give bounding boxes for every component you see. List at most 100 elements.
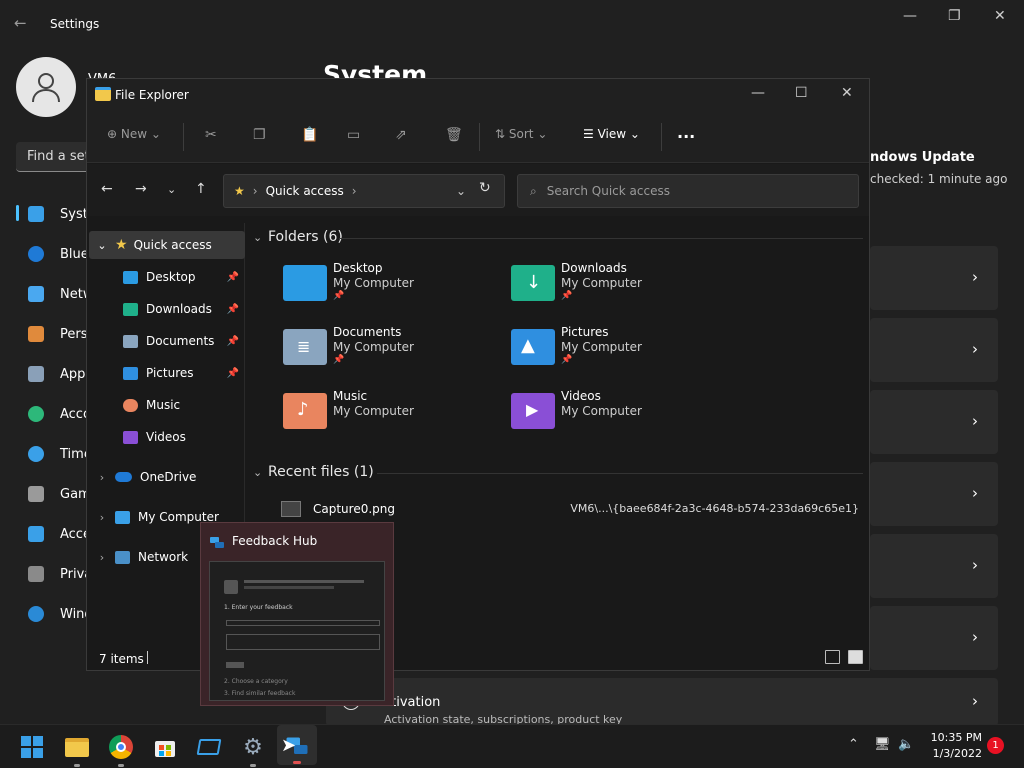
folder-icon xyxy=(65,737,89,757)
folder-location: My Computer xyxy=(333,340,414,354)
chevron-right-icon[interactable]: › xyxy=(89,551,115,564)
nav-item-apps[interactable]: App xyxy=(28,362,85,386)
running-indicator xyxy=(293,761,301,764)
nav-item-privacy[interactable]: Priva xyxy=(28,562,92,586)
chevron-down-icon[interactable]: ⌄ xyxy=(253,231,262,244)
nav-item-time[interactable]: Time xyxy=(28,442,92,466)
details-view-icon[interactable] xyxy=(825,650,840,664)
refresh-icon[interactable]: ↻ xyxy=(479,180,491,196)
folder-tile-desktop[interactable]: Desktop My Computer 📌 xyxy=(283,261,414,301)
running-indicator xyxy=(74,764,80,767)
taskbar-chrome[interactable] xyxy=(107,733,135,767)
folder-tile-music[interactable]: ♪ Music My Computer xyxy=(283,389,414,429)
settings-card[interactable]: › xyxy=(870,318,998,382)
search-icon: ⌕ xyxy=(530,183,537,198)
folder-tile-downloads[interactable]: ↓ Downloads My Computer 📌 xyxy=(511,261,642,301)
folder-icon xyxy=(95,87,111,101)
folder-name: Music xyxy=(333,389,368,403)
taskbar-file-explorer[interactable] xyxy=(63,733,91,767)
more-options-button[interactable]: ... xyxy=(677,123,695,142)
recent-file-row[interactable]: Capture0.png VM6\...\{baee684f-2a3c-4648… xyxy=(279,499,861,521)
taskbar-app[interactable] xyxy=(195,733,223,761)
rename-icon[interactable]: ▭ xyxy=(347,127,360,143)
tree-item-quick-access[interactable]: ⌄ ★ Quick access xyxy=(89,231,245,259)
chevron-down-icon[interactable]: ⌄ xyxy=(89,239,115,252)
tiles-view-icon[interactable] xyxy=(848,650,863,664)
close-icon[interactable]: ✕ xyxy=(841,85,853,101)
nav-item-personalization[interactable]: Pers xyxy=(28,322,88,346)
folder-tile-documents[interactable]: ≣ Documents My Computer 📌 xyxy=(283,325,414,365)
copy-icon[interactable]: ❐ xyxy=(253,127,266,143)
taskbar-thumbnail-preview[interactable]: Feedback Hub 1. Enter your feedback 2. C… xyxy=(200,522,394,706)
back-arrow-icon[interactable]: ← xyxy=(101,181,113,197)
pin-icon: 📌 xyxy=(333,355,345,365)
folder-tile-videos[interactable]: ▶ Videos My Computer xyxy=(511,389,642,429)
chevron-right-icon[interactable]: › xyxy=(89,511,115,524)
divider xyxy=(339,238,863,239)
maximize-icon[interactable]: ☐ xyxy=(795,85,808,101)
chevron-right-icon[interactable]: › xyxy=(89,471,115,484)
new-button[interactable]: ⊕ New ⌄ xyxy=(107,127,161,141)
cut-icon[interactable]: ✂ xyxy=(205,127,217,143)
tree-item-desktop[interactable]: Desktop 📌 xyxy=(123,263,245,291)
settings-card[interactable]: › xyxy=(870,246,998,310)
notification-badge[interactable]: 1 xyxy=(987,737,1004,754)
videos-icon xyxy=(123,430,138,444)
settings-card[interactable]: › xyxy=(870,462,998,526)
nav-item-gaming[interactable]: Gam xyxy=(28,482,91,506)
taskbar-store[interactable] xyxy=(151,733,179,761)
nav-item-windows-update[interactable]: Wind xyxy=(28,602,93,626)
taskbar-settings[interactable]: ⚙ xyxy=(239,733,267,767)
tree-item-downloads[interactable]: Downloads 📌 xyxy=(123,295,245,323)
view-button[interactable]: ☰ View ⌄ xyxy=(583,127,640,141)
nav-item-accounts[interactable]: Acco xyxy=(28,402,91,426)
cloud-icon xyxy=(115,472,132,482)
system-icon xyxy=(28,206,44,222)
back-arrow-icon[interactable]: ← xyxy=(14,14,27,32)
address-bar[interactable]: ★ › Quick access › ⌄ xyxy=(223,174,505,208)
tree-item-music[interactable]: Music xyxy=(123,391,245,419)
delete-icon[interactable]: 🗑 xyxy=(445,127,463,143)
network-icon[interactable]: 🖥 xyxy=(874,737,891,752)
chevron-right-icon: › xyxy=(972,340,978,358)
search-input[interactable]: ⌕ Search Quick access xyxy=(517,174,859,208)
tree-item-videos[interactable]: Videos xyxy=(123,423,245,451)
new-label: New xyxy=(120,127,148,141)
nav-item-bluetooth[interactable]: Blue xyxy=(28,242,89,266)
desktop-icon xyxy=(123,270,138,284)
folder-tile-pictures[interactable]: ▲ Pictures My Computer 📌 xyxy=(511,325,642,365)
pictures-folder-icon: ▲ xyxy=(511,329,555,365)
paste-icon[interactable]: 📋 xyxy=(301,127,318,143)
sort-button[interactable]: ⇅ Sort ⌄ xyxy=(495,127,547,141)
nav-item-accessibility[interactable]: Acce xyxy=(28,522,91,546)
folders-header[interactable]: Folders (6) xyxy=(268,229,343,245)
settings-card[interactable]: › xyxy=(870,390,998,454)
settings-card[interactable]: › xyxy=(870,534,998,598)
share-icon[interactable]: ⇗ xyxy=(395,127,407,143)
minimize-icon[interactable]: — xyxy=(903,8,917,24)
nav-item-network[interactable]: Netw xyxy=(28,282,93,306)
clock[interactable]: 10:35 PM 1/3/2022 xyxy=(922,730,982,762)
nav-selection-indicator xyxy=(16,205,19,221)
up-arrow-icon[interactable]: ↑ xyxy=(195,181,207,197)
maximize-icon[interactable]: ❐ xyxy=(948,8,961,24)
tree-item-pictures[interactable]: Pictures 📌 xyxy=(123,359,245,387)
start-button[interactable] xyxy=(18,733,46,761)
chevron-up-icon[interactable]: ⌃ xyxy=(848,737,859,752)
recent-files-header[interactable]: Recent files (1) xyxy=(268,464,374,480)
thumb-field xyxy=(226,634,380,650)
popup-title: Feedback Hub xyxy=(232,534,318,548)
recent-locations-icon[interactable]: ⌄ xyxy=(167,183,176,196)
status-divider xyxy=(147,651,148,664)
minimize-icon[interactable]: — xyxy=(751,85,765,101)
chevron-down-icon[interactable]: ⌄ xyxy=(456,184,466,198)
pin-icon: 📌 xyxy=(561,355,573,365)
forward-arrow-icon[interactable]: → xyxy=(135,181,147,197)
window-thumbnail[interactable]: 1. Enter your feedback 2. Choose a categ… xyxy=(209,561,385,701)
tree-item-documents[interactable]: Documents 📌 xyxy=(123,327,245,355)
settings-card[interactable]: › xyxy=(870,606,998,670)
volume-icon[interactable]: 🔈 xyxy=(898,737,914,752)
chevron-down-icon[interactable]: ⌄ xyxy=(253,466,262,479)
tree-item-onedrive[interactable]: › OneDrive xyxy=(89,463,245,491)
close-icon[interactable]: ✕ xyxy=(994,8,1006,24)
